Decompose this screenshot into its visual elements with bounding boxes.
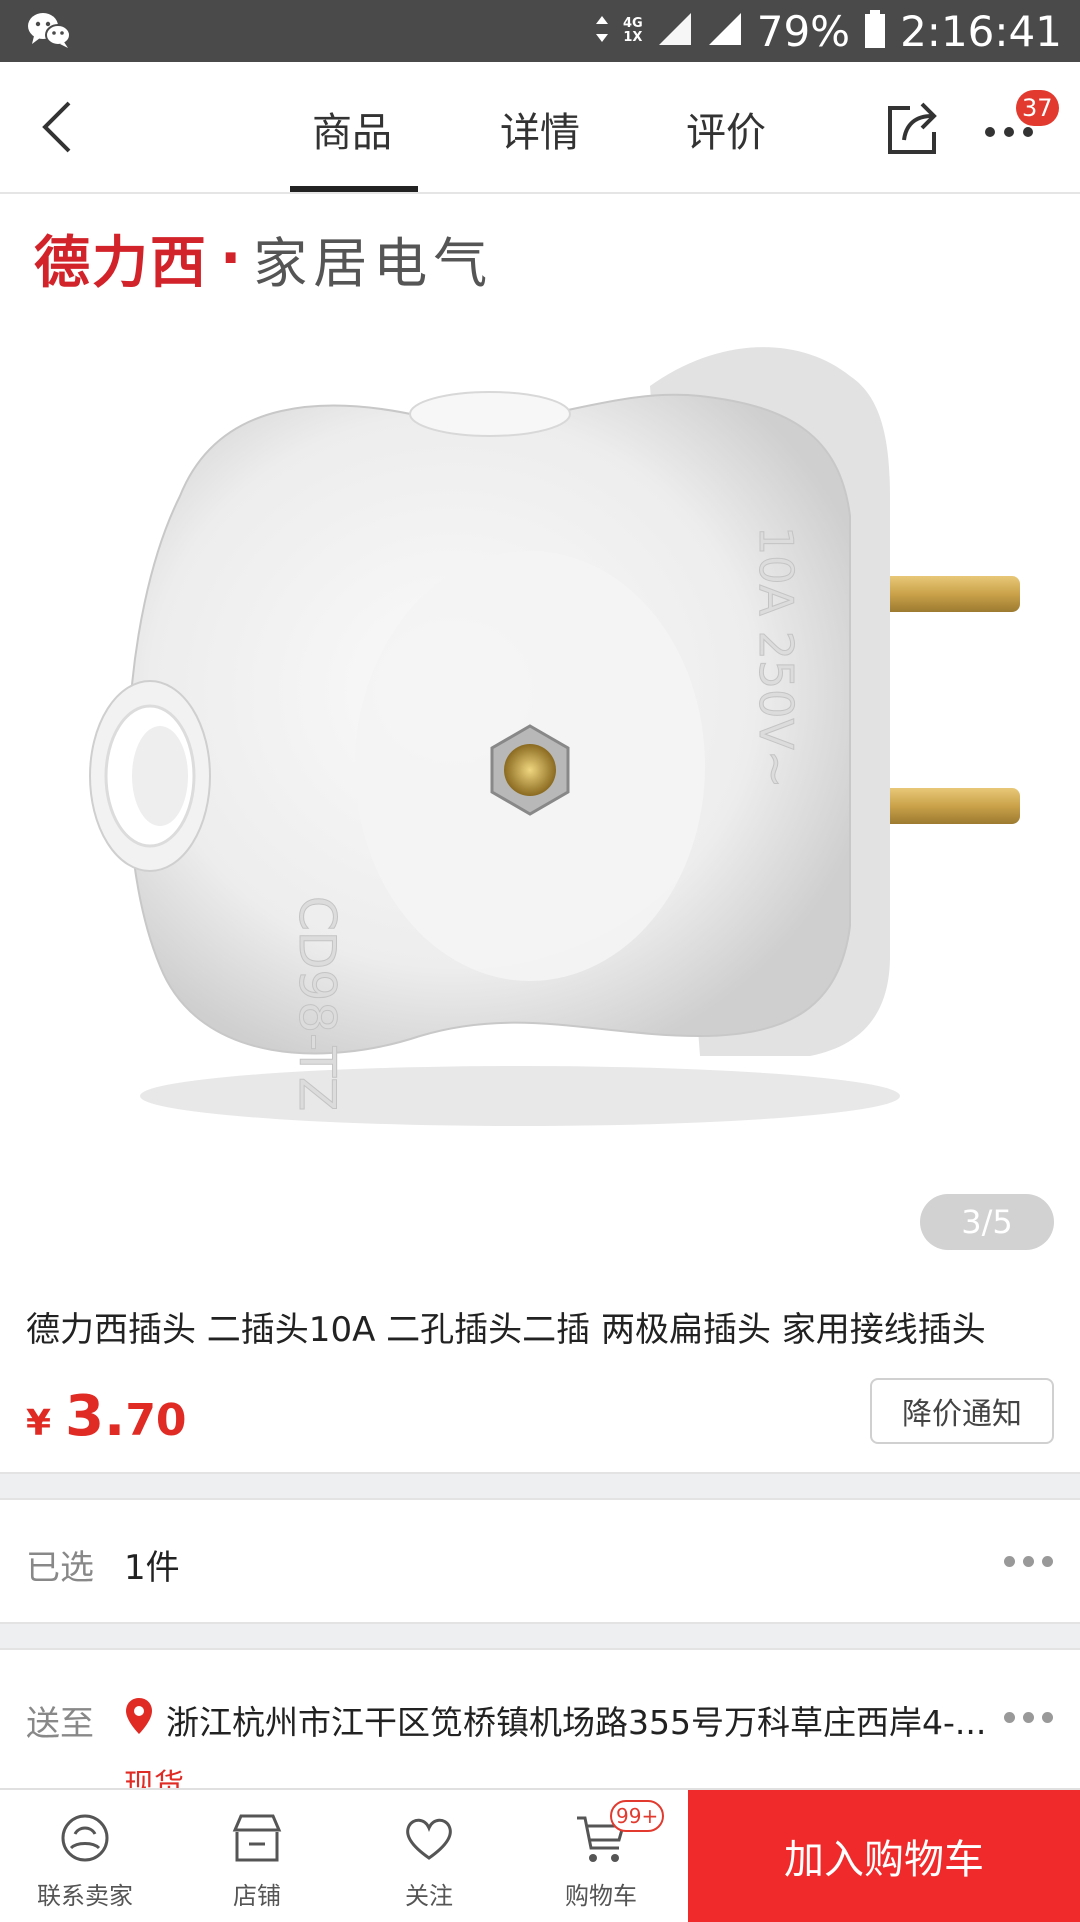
- wechat-icon: [26, 10, 72, 54]
- plug-product-image: CD98-TZ 10A 250V~: [89, 347, 1020, 1126]
- signal-icon: [657, 11, 693, 51]
- active-tab-indicator: [290, 186, 418, 192]
- shop-button[interactable]: 店铺: [172, 1790, 342, 1922]
- cart-count-badge: 99+: [610, 1800, 665, 1832]
- section-divider: [0, 1622, 1080, 1650]
- chevron-left-icon: [42, 101, 71, 153]
- follow-button[interactable]: 关注: [344, 1790, 514, 1922]
- data-arrows-icon: [595, 14, 609, 48]
- svg-text:10A 250V~: 10A 250V~: [749, 526, 803, 788]
- share-button[interactable]: [880, 96, 944, 160]
- back-button[interactable]: [22, 92, 92, 162]
- more-dots-icon: [985, 127, 995, 137]
- cart-button[interactable]: 购物车 99+: [516, 1790, 686, 1922]
- clock: 2:16:41: [900, 6, 1062, 56]
- product-info: 德力西插头 二插头10A 二孔插头二插 两极扁插头 家用接线插头 ¥ 3. 70…: [0, 1272, 1080, 1472]
- signal-icon: [707, 11, 743, 51]
- delivery-row[interactable]: 送至 浙江杭州市江干区笕桥镇机场路355号万科草庄西岸4-... 现货: [0, 1650, 1080, 1803]
- deliver-to-label: 送至: [26, 1704, 94, 1744]
- top-navigation: 商品 详情 评价 37: [0, 62, 1080, 194]
- add-to-cart-button[interactable]: 加入购物车: [688, 1790, 1080, 1922]
- battery-icon: [864, 9, 886, 53]
- status-bar: 4G 1X 79% 2:16:41: [0, 0, 1080, 62]
- tab-product[interactable]: 商品: [312, 100, 392, 158]
- battery-percent: 79%: [756, 6, 851, 56]
- svg-text:CD98-TZ: CD98-TZ: [288, 896, 346, 1111]
- share-icon: [888, 102, 937, 154]
- heart-icon: [406, 1818, 452, 1860]
- more-dots-icon: [1004, 1712, 1053, 1723]
- shop-icon: [232, 1814, 282, 1862]
- selected-value: 1件: [124, 1548, 180, 1588]
- image-counter: 3/5: [920, 1194, 1054, 1250]
- price-drop-notify-button[interactable]: 降价通知: [870, 1378, 1054, 1444]
- product-price: ¥ 3. 70: [26, 1384, 187, 1449]
- selected-label: 已选: [26, 1548, 94, 1588]
- contact-seller-button[interactable]: 联系卖家: [0, 1790, 170, 1922]
- product-title: 德力西插头 二插头10A 二孔插头二插 两极扁插头 家用接线插头: [26, 1310, 986, 1350]
- product-image-carousel[interactable]: 德力西 · 家居电气 CD98-TZ 10A 250V~ 3/5: [0, 196, 1080, 1270]
- tab-reviews[interactable]: 评价: [686, 100, 766, 158]
- delivery-address: 浙江杭州市江干区笕桥镇机场路355号万科草庄西岸4-...: [166, 1703, 986, 1742]
- location-pin-icon: [124, 1696, 154, 1740]
- network-type: 4G 1X: [623, 16, 643, 45]
- section-divider: [0, 1472, 1080, 1500]
- bottom-action-bar: 联系卖家 店铺 关注 购物车 99+ 加入购物车: [0, 1788, 1080, 1922]
- selected-spec-row[interactable]: 已选 1件: [0, 1500, 1080, 1622]
- tab-details[interactable]: 详情: [500, 100, 580, 158]
- more-dots-icon: [1004, 1556, 1053, 1567]
- message-badge: 37: [1016, 90, 1059, 126]
- customer-service-icon: [61, 1814, 109, 1862]
